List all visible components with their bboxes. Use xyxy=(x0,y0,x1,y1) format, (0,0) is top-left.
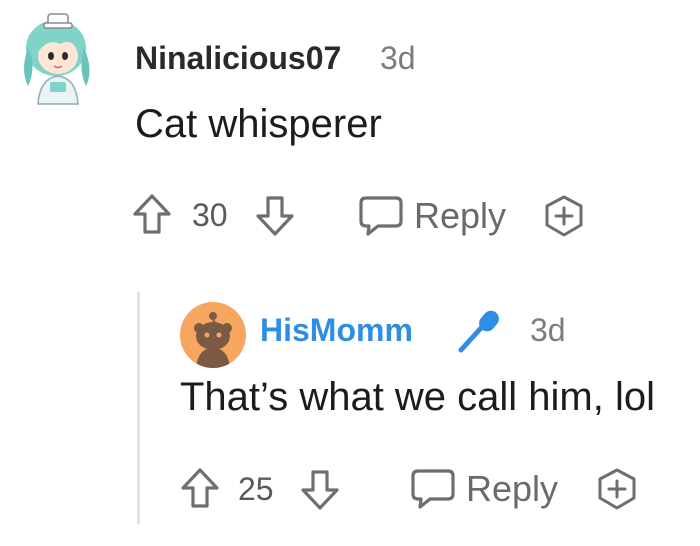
arrow-up-outline-icon xyxy=(181,468,219,508)
reply-body: That’s what we call him, lol xyxy=(180,375,655,419)
speech-bubble-icon xyxy=(411,469,455,509)
arrow-down-outline-icon xyxy=(256,196,294,236)
speech-bubble-icon xyxy=(359,196,403,236)
comment-username[interactable]: Ninalicious07 xyxy=(135,40,341,77)
reply-award-button[interactable] xyxy=(596,467,638,511)
reply-reply-button[interactable]: Reply xyxy=(410,467,558,511)
reply-timestamp: 3d xyxy=(530,312,566,348)
reply-downvote-button[interactable] xyxy=(300,466,340,512)
user-flair xyxy=(455,306,505,356)
comment-body: Cat whisperer xyxy=(135,102,382,146)
upvote-count: 30 xyxy=(192,197,228,233)
reply-button[interactable]: Reply xyxy=(358,194,506,238)
microphone-icon xyxy=(458,310,499,353)
reply-upvote-count: 25 xyxy=(238,471,274,507)
user-avatar[interactable] xyxy=(18,8,96,106)
arrow-up-outline-icon xyxy=(133,194,171,234)
award-button[interactable] xyxy=(543,194,585,238)
downvote-button[interactable] xyxy=(255,192,295,238)
comment-timestamp: 3d xyxy=(380,40,416,76)
upvote-button[interactable] xyxy=(132,192,172,238)
award-plus-icon xyxy=(545,195,583,237)
reply-upvote-button[interactable] xyxy=(180,466,220,512)
arrow-down-outline-icon xyxy=(301,470,339,510)
reply-username[interactable]: HisMomm xyxy=(260,312,413,349)
reply-label: Reply xyxy=(466,468,559,509)
thread-line[interactable] xyxy=(137,292,140,524)
reply-avatar[interactable] xyxy=(180,302,246,368)
reply-label: Reply xyxy=(414,195,507,236)
award-plus-icon xyxy=(598,468,636,510)
